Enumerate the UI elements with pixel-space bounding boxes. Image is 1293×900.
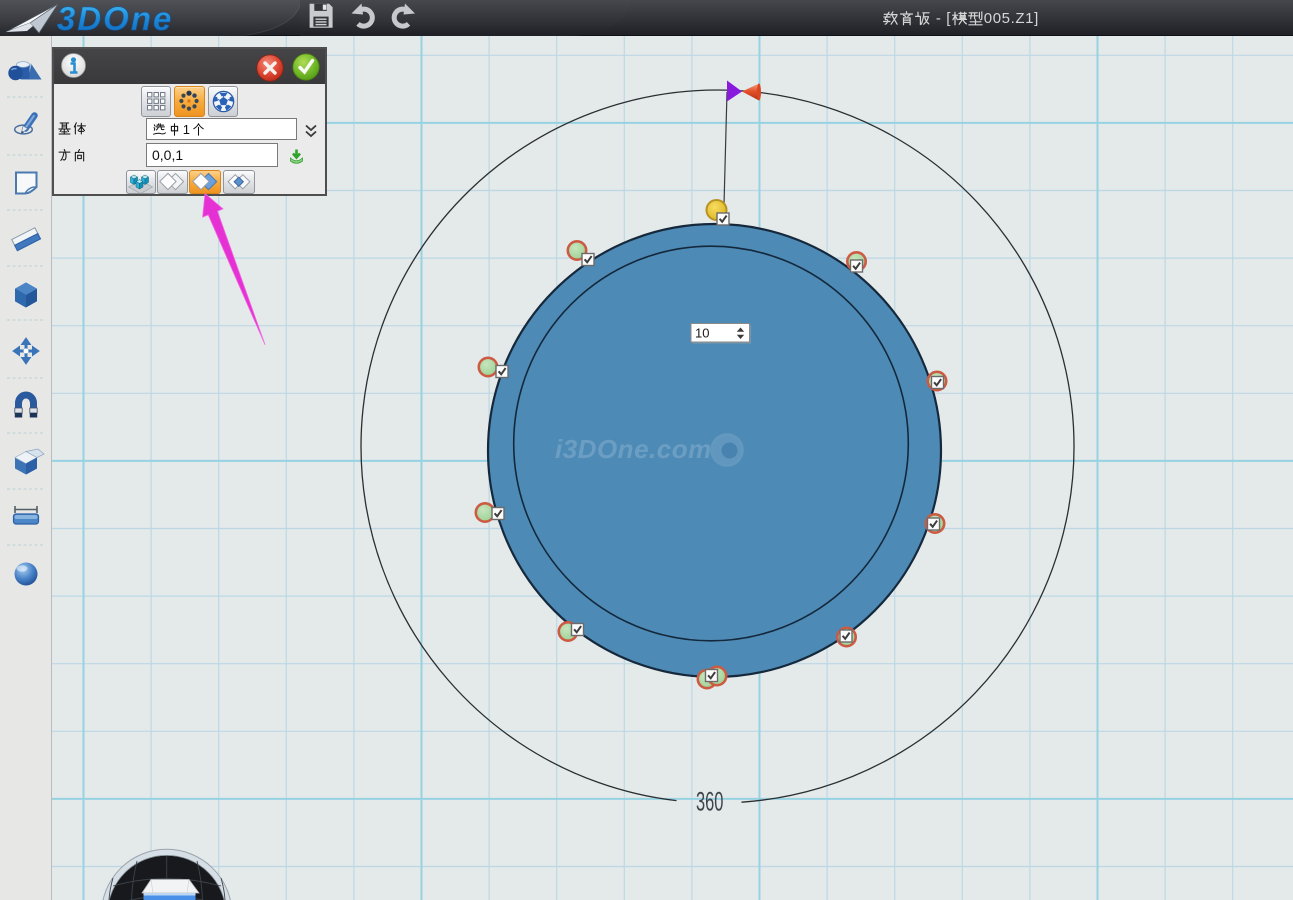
svg-text:360: 360 <box>696 786 723 816</box>
svg-text:10: 10 <box>695 326 709 341</box>
svg-text:i3DOne.com: i3DOne.com <box>555 434 712 464</box>
svg-text:3DOne: 3DOne <box>57 1 173 35</box>
